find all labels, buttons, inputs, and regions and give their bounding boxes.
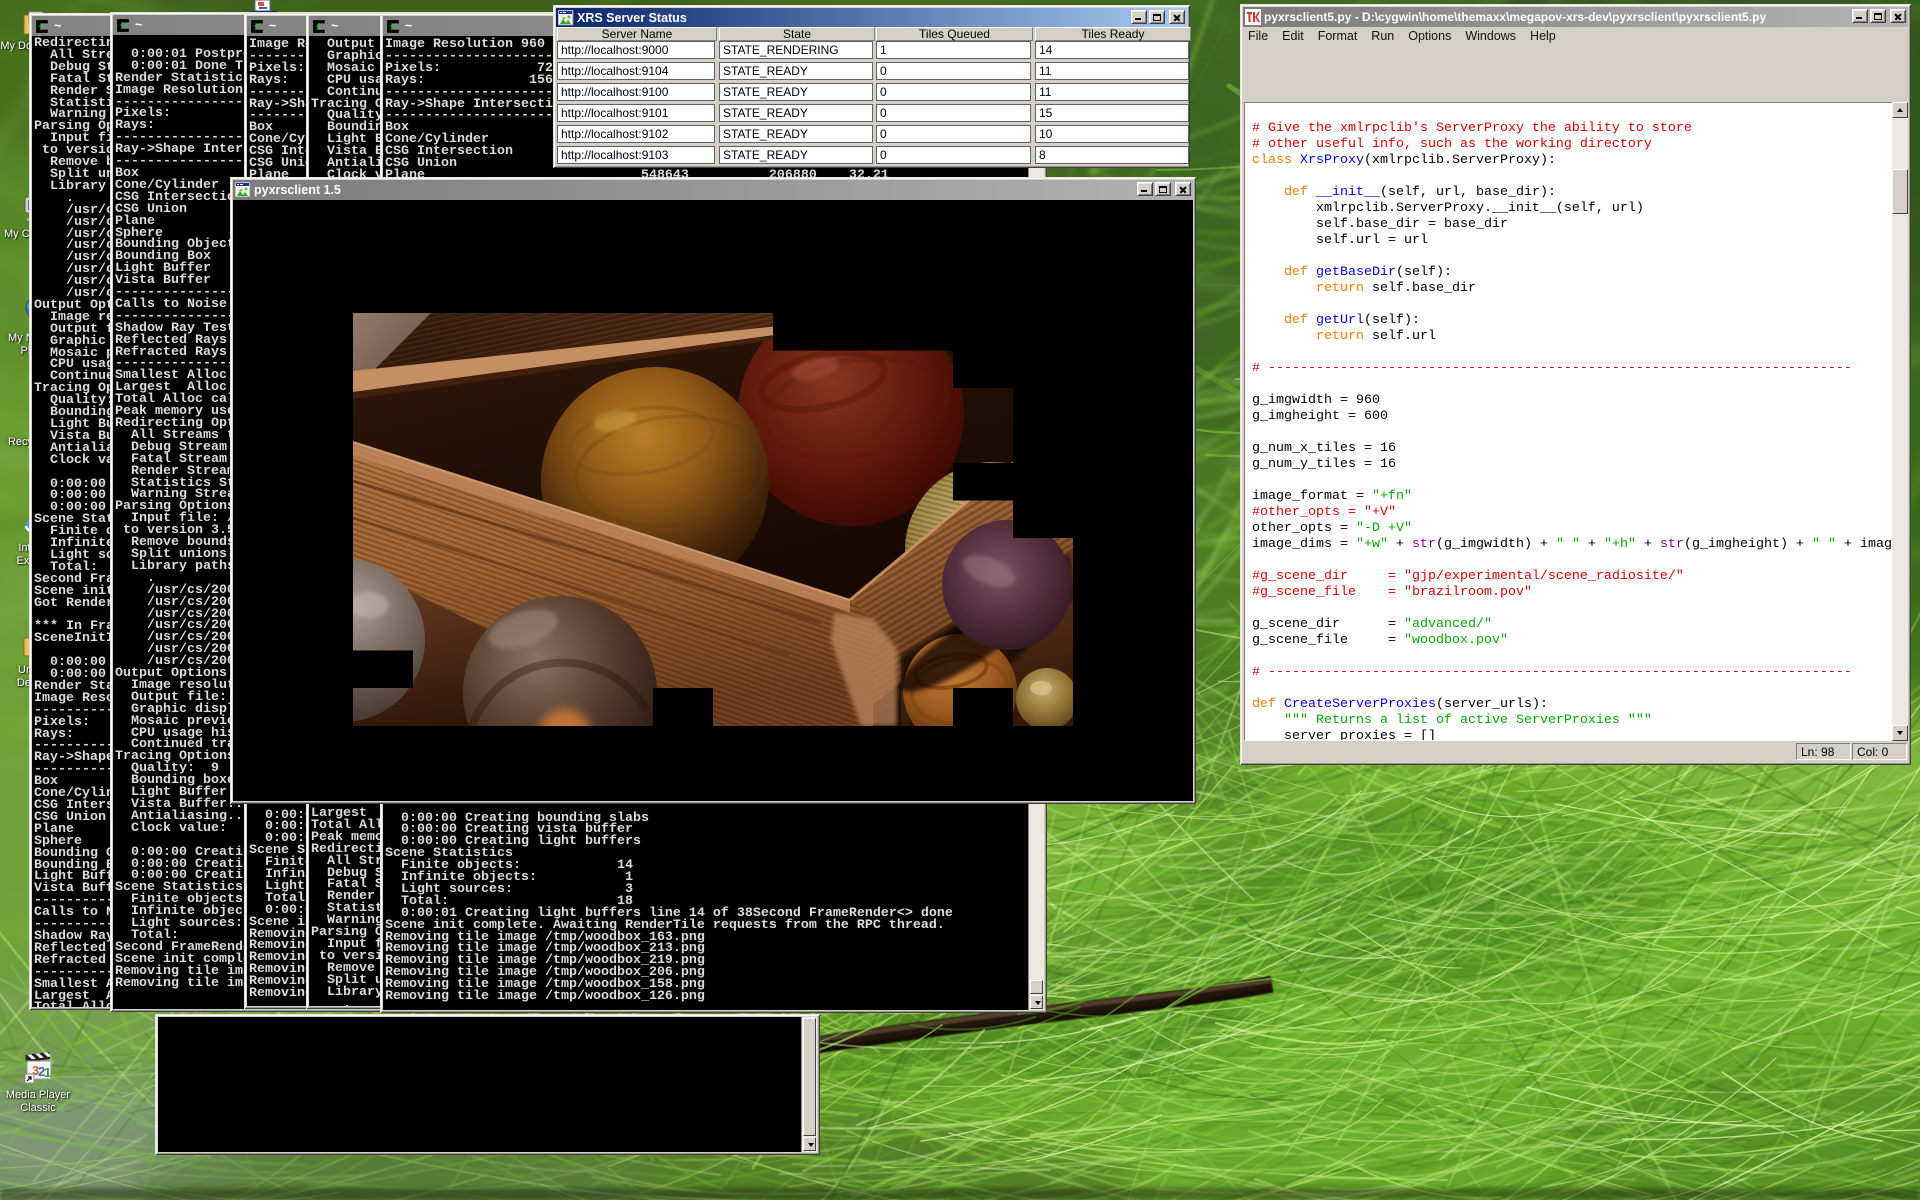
svg-text:1: 1 bbox=[44, 1065, 51, 1080]
